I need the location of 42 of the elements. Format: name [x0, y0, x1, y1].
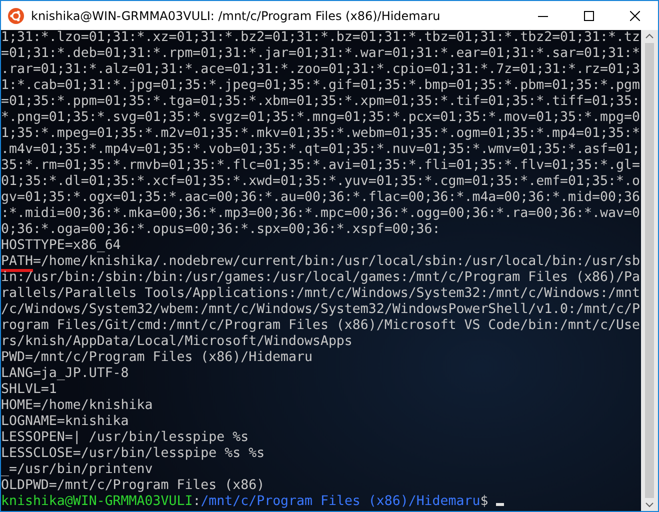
terminal-line: rs/knish/AppData/Local/Microsoft/WindowsApps	[1, 334, 354, 350]
scrollbar[interactable]	[641, 30, 658, 511]
text-cursor	[496, 503, 504, 506]
terminal-line: PWD=/mnt/c/Program Files (x86)/Hidemaru	[1, 350, 314, 366]
terminal-line: PATH=/home/knishika/.nodebrew/current/bin:/usr/local/sbin:/usr/local/bin:/usr/sb	[1, 254, 641, 270]
terminal-line: /c/Windows/System32/wbem:/mnt/c/Windows/System32/WindowsPowerShell/v1.0:/mnt/c/P	[1, 302, 641, 318]
circle-of-friends-icon	[8, 8, 24, 24]
terminal-line: 1;31:*.lzo=01;31:*.xz=01;31:*.bz2=01;31:*.bz=01;31:*.tbz=01;31:*.tbz2=01;31:*.tz	[1, 30, 641, 46]
terminal-line: *.png=01;35:*.svg=01;35:*.svgz=01;35:*.mng=01;35:*.pcx=01;35:*.mov=01;35:*.mpg=0	[1, 110, 641, 126]
terminal-line: :*.midi=00;36:*.mka=00;36:*.mp3=00;36:*.mpc=00;36:*.ogg=00;36:*.ra=00;36:*.wav=0	[1, 206, 641, 222]
terminal-line: OLDPWD=/mnt/c/Program Files (x86)	[1, 478, 266, 494]
prompt-symbol: $	[480, 494, 488, 509]
window-title: knishika@WIN-GRMMA03VULI: /mnt/c/Program Files (x86)/Hidemaru	[31, 8, 442, 22]
terminal-line: rogram Files/Git/cmd:/mnt/c/Program Files (x86)/Microsoft VS Code/bin:/mnt/c/Use	[1, 318, 641, 334]
prompt-path: /mnt/c/Program Files (x86)/Hidemaru	[200, 494, 480, 509]
terminal-line: SHLVL=1	[1, 382, 58, 398]
terminal-line: gv=01;35:*.ogx=01;35:*.aac=00;36:*.au=00;36:*.flac=00;36:*.m4a=00;36:*.mid=00;36	[1, 190, 641, 206]
terminal-line: LANG=ja_JP.UTF-8	[1, 366, 130, 382]
terminal-line: 1:*.cab=01;31:*.jpg=01;35:*.jpeg=01;35:*.gif=01;35:*.bmp=01;35:*.pbm=01;35:*.pgm	[1, 78, 641, 94]
terminal-line: LESSCLOSE=/usr/bin/lesspipe %s %s	[1, 446, 266, 462]
prompt-separator: :	[192, 494, 201, 509]
terminal-line: .rar=01;31:*.alz=01;31:*.ace=01;31:*.zoo=01;31:*.cpio=01;31:*.7z=01;31:*.rz=01;3	[1, 62, 641, 78]
terminal-line: LOGNAME=knishika	[1, 414, 130, 430]
scroll-down-icon[interactable]	[645, 502, 654, 508]
terminal-line: HOSTTYPE=x86_64	[1, 238, 122, 254]
terminal-line: 35:*.rm=01;35:*.rmvb=01;35:*.flc=01;35:*.avi=01;35:*.fli=01;35:*.flv=01;35:*.gl=	[1, 158, 641, 174]
terminal-line: LESSOPEN=| /usr/bin/lesspipe %s	[1, 430, 250, 446]
prompt-user-host: knishika@WIN-GRMMA03VULI	[1, 494, 193, 509]
terminal-line: 0;36:*.oga=00;36:*.opus=00;36:*.spx=00;36:*.xspf=00;36:	[1, 222, 442, 238]
terminal-line: _=/usr/bin/printenv	[1, 462, 154, 478]
terminal-line: =01;31:*.deb=01;31:*.rpm=01;31:*.jar=01;31:*.war=01;31:*.ear=01;31:*.sar=01;31:*	[1, 46, 641, 62]
maximize-icon[interactable]	[584, 10, 594, 20]
terminal-line: rallels/Parallels Tools/Applications:/mnt/c/Windows/System32:/mnt/c/Windows:/mnt	[1, 286, 641, 302]
terminal-line: 01;35:*.dl=01;35:*.xcf=01;35:*.xwd=01;35:*.yuv=01;35:*.cgm=01;35:*.emf=01;35:*.o	[1, 174, 641, 190]
close-icon[interactable]	[630, 10, 640, 20]
terminal-line: .m4v=01;35:*.mp4v=01;35:*.vob=01;35:*.qt=01;35:*.nuv=01;35:*.wmv=01;35:*.asf=01;	[1, 142, 641, 158]
terminal-line: HOME=/home/knishika	[1, 398, 154, 414]
scrollbar-thumb[interactable]	[645, 43, 654, 498]
terminal-line: 1;35:*.mpeg=01;35:*.m2v=01;35:*.mkv=01;35:*.webm=01;35:*.ogm=01;35:*.mp4=01;35:*	[1, 126, 641, 142]
scroll-up-icon[interactable]	[645, 33, 654, 39]
terminal-line: in:/usr/bin:/sbin:/bin:/usr/games:/usr/local/games:/mnt/c/Program Files (x86)/Pa	[1, 270, 641, 286]
terminal-line: =01;35:*.ppm=01;35:*.tga=01;35:*.xbm=01;35:*.xpm=01;35:*.tif=01;35:*.tiff=01;35:	[1, 94, 641, 110]
